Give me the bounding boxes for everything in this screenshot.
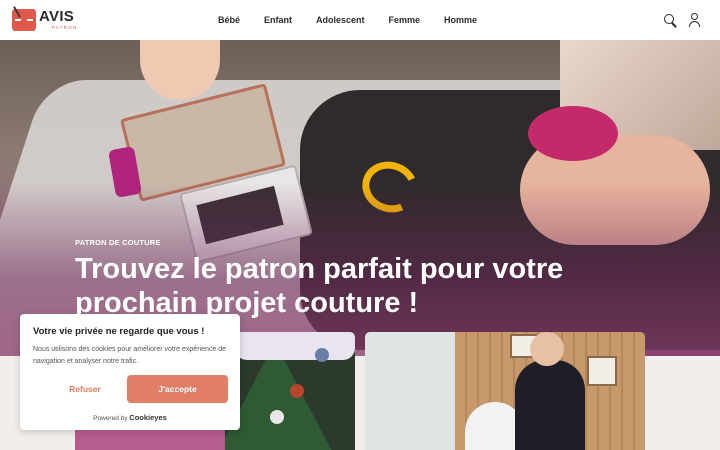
cookie-text: Nous utilisons des cookies pour améliore… — [33, 346, 226, 365]
powered-prefix: Powered by — [93, 415, 128, 422]
hero-kicker: PATRON DE COUTURE — [75, 238, 161, 247]
logo-subtext: PATRON — [52, 25, 78, 30]
nav-item-bebe[interactable]: Bébé — [218, 15, 240, 25]
cookie-consent-banner: Votre vie privée ne regarde que vous ! N… — [20, 314, 240, 430]
user-icon[interactable] — [687, 12, 703, 28]
logo-text: AVIS — [39, 8, 75, 25]
cookie-title: Votre vie privée ne regarde que vous ! — [33, 326, 205, 337]
logo-mark-icon — [12, 6, 36, 31]
site-logo[interactable]: AVIS PATRON — [12, 6, 78, 33]
main-nav: Bébé Enfant Adolescent Femme Homme — [218, 0, 501, 40]
accept-button[interactable]: J'accepte — [127, 375, 228, 403]
nav-item-femme[interactable]: Femme — [389, 15, 421, 25]
refuse-button[interactable]: Refuser — [33, 375, 137, 403]
cookieyes-brand[interactable]: Cookieyes — [129, 413, 167, 422]
nav-item-enfant[interactable]: Enfant — [264, 15, 292, 25]
woman-photo — [515, 360, 585, 450]
nav-item-adolescent[interactable]: Adolescent — [316, 15, 365, 25]
hero-title: Trouvez le patron parfait pour votre pro… — [75, 253, 564, 319]
powered-by: Powered by Cookieyes — [20, 413, 240, 422]
category-card-woman[interactable] — [365, 332, 645, 450]
nav-item-homme[interactable]: Homme — [444, 15, 477, 25]
search-icon[interactable] — [662, 12, 678, 28]
site-header: AVIS PATRON Bébé Enfant Adolescent Femme… — [0, 0, 720, 40]
hero-banner: PATRON DE COUTURE Trouvez le patron parf… — [0, 40, 720, 356]
